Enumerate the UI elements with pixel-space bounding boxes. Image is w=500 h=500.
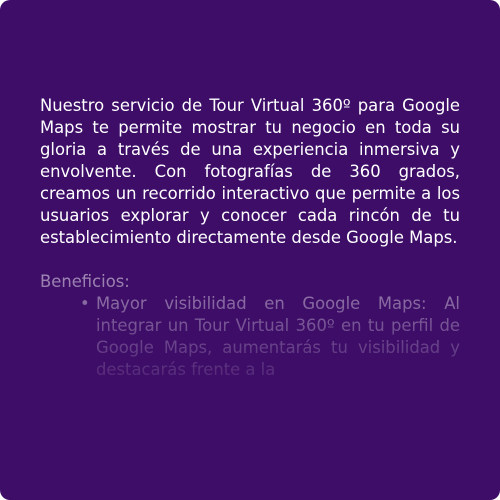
service-description-card: Nuestro servicio de Tour Virtual 360º pa… (0, 0, 500, 500)
benefits-list: Mayor visibilidad en Google Maps: Al int… (40, 293, 460, 381)
benefits-heading: Beneficios: (40, 272, 130, 291)
description-content: Nuestro servicio de Tour Virtual 360º pa… (40, 95, 460, 381)
intro-paragraph: Nuestro servicio de Tour Virtual 360º pa… (40, 96, 460, 247)
benefit-item: Mayor visibilidad en Google Maps: Al int… (80, 293, 460, 381)
